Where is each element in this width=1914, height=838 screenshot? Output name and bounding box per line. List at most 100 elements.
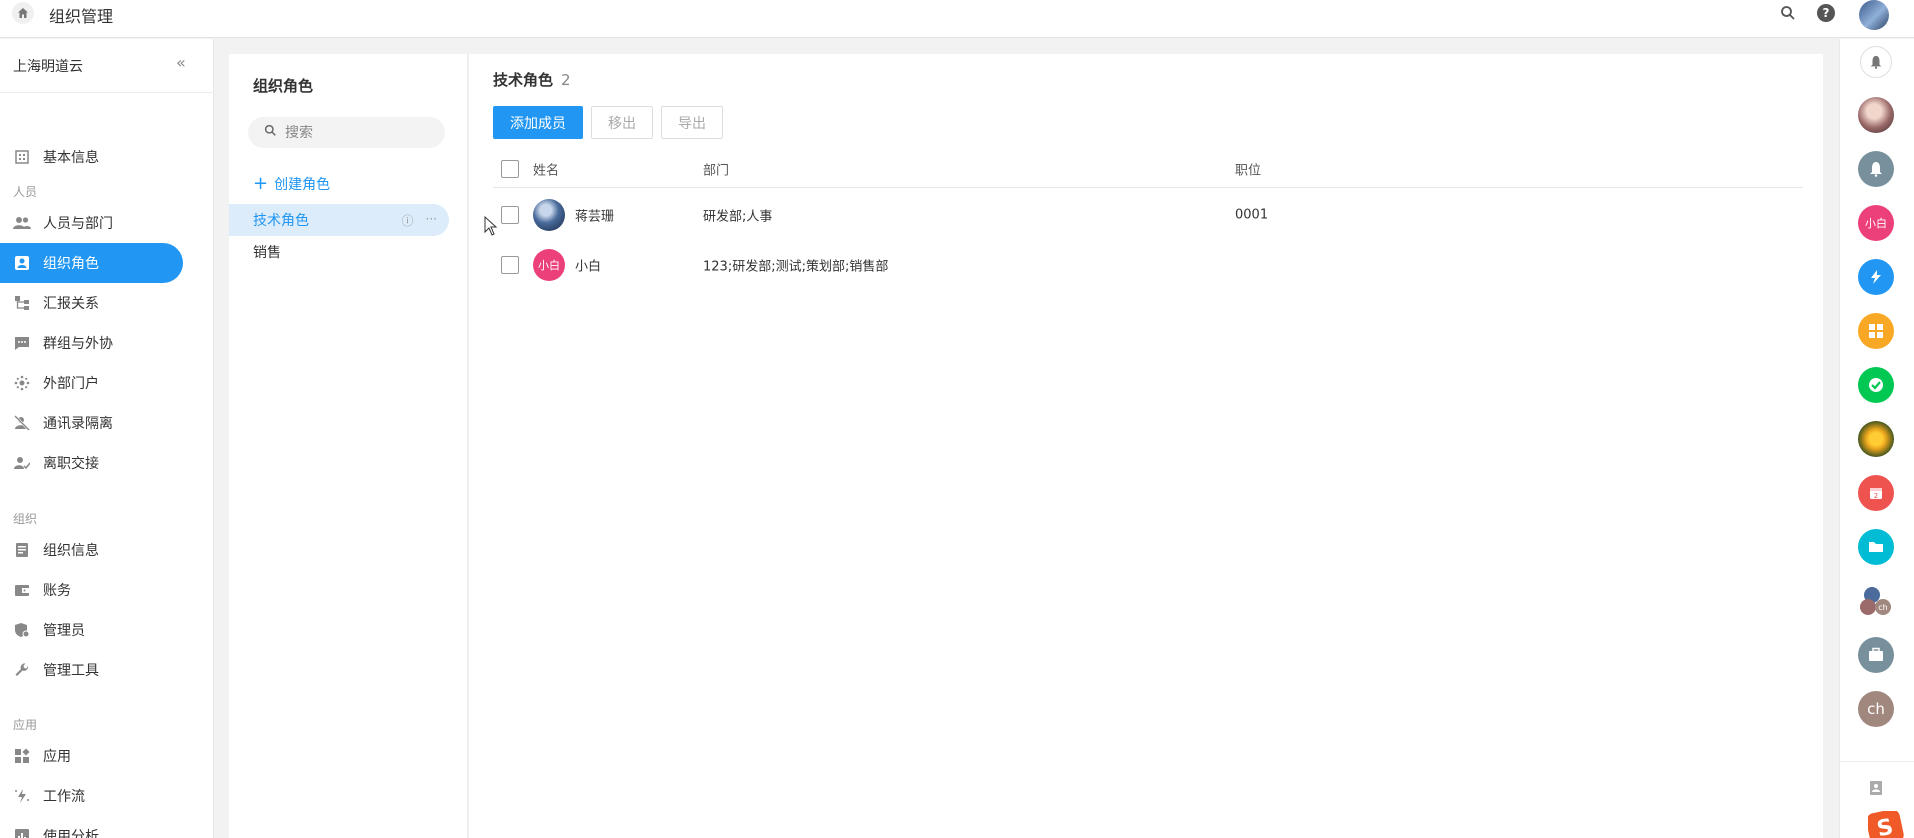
- roles-panel: 组织角色 + 创建角色 技术角色 ⓘ ··· 销售: [229, 54, 468, 838]
- section-label-people: 人员: [13, 185, 38, 199]
- briefcase-icon[interactable]: [1858, 637, 1894, 673]
- role-item-label: 技术角色: [253, 213, 309, 229]
- sidebar-item-label: 人员与部门: [43, 216, 113, 232]
- notification-bell-icon[interactable]: [1860, 46, 1892, 78]
- collapse-sidebar-icon[interactable]: «: [176, 55, 192, 71]
- sidebar-item-groups[interactable]: 群组与外协: [0, 323, 183, 363]
- sidebar-item-admins[interactable]: 管理员: [0, 610, 183, 650]
- portal-icon: [13, 374, 31, 392]
- role-item-tech[interactable]: 技术角色 ⓘ ···: [229, 204, 449, 236]
- sidebar-item-label: 使用分析: [43, 829, 99, 838]
- create-role-button[interactable]: + 创建角色: [253, 174, 330, 194]
- sidebar-item-people-departments[interactable]: 人员与部门: [0, 203, 183, 243]
- chat-group-icon: [13, 334, 31, 352]
- workflow-icon: [13, 787, 31, 805]
- page-title: 组织管理: [49, 7, 114, 26]
- member-department: 123;研发部;测试;策划部;销售部: [703, 259, 889, 275]
- sidebar-item-analytics[interactable]: 使用分析: [0, 816, 183, 838]
- sidebar-item-label: 管理工具: [43, 663, 99, 679]
- column-header-department: 部门: [703, 163, 730, 178]
- sidebar: 上海明道云 « 基本信息 人员 人员与部门 组织角色 汇报关系 群组与外协 外部…: [0, 39, 214, 838]
- sidebar-item-label: 基本信息: [43, 150, 99, 166]
- apps-icon: [13, 747, 31, 765]
- divider: [1840, 761, 1914, 762]
- add-member-button[interactable]: 添加成员: [493, 106, 583, 139]
- table-header: 姓名 部门 职位: [493, 150, 1803, 188]
- sidebar-item-label: 离职交接: [43, 456, 99, 472]
- member-department: 研发部;人事: [703, 209, 773, 225]
- sidebar-item-label: 工作流: [43, 789, 85, 805]
- contact-isolate-icon: [13, 414, 31, 432]
- sidebar-item-admin-tools[interactable]: 管理工具: [0, 650, 183, 690]
- role-search-box[interactable]: [248, 117, 445, 148]
- export-button[interactable]: 导出: [661, 106, 723, 139]
- role-heading: 技术角色 2: [493, 69, 571, 90]
- help-icon[interactable]: ?: [1817, 4, 1835, 22]
- task-check-icon[interactable]: [1858, 367, 1894, 403]
- contact-avatar-photo[interactable]: [1858, 97, 1894, 133]
- folder-icon[interactable]: [1858, 529, 1894, 565]
- member-name[interactable]: 蒋芸珊: [575, 206, 614, 225]
- svg-text:ch: ch: [1878, 603, 1887, 612]
- sidebar-item-label: 外部门户: [43, 376, 99, 392]
- contact-ch[interactable]: ch: [1858, 691, 1894, 727]
- home-icon[interactable]: [12, 2, 34, 24]
- sidebar-item-contact-isolation[interactable]: 通讯录隔离: [0, 403, 183, 443]
- remove-button[interactable]: 移出: [591, 106, 653, 139]
- sidebar-item-workflow[interactable]: 工作流: [0, 776, 183, 816]
- admin-shield-icon: [13, 621, 31, 639]
- contact-xiaobai[interactable]: 小白: [1858, 205, 1894, 241]
- notification-icon[interactable]: [1858, 151, 1894, 187]
- sidebar-item-label: 通讯录隔离: [43, 416, 113, 432]
- avatar[interactable]: [533, 199, 565, 231]
- sidebar-item-label: 管理员: [43, 623, 85, 639]
- roles-panel-title: 组织角色: [253, 77, 314, 95]
- wrench-icon: [13, 661, 31, 679]
- sidebar-item-label: 账务: [43, 583, 71, 599]
- divider: [0, 92, 213, 93]
- sidebar-item-external-portal[interactable]: 外部门户: [0, 363, 183, 403]
- lightning-app-icon[interactable]: [1858, 259, 1894, 295]
- sidebar-item-label: 组织角色: [43, 256, 99, 272]
- member-position: 0001: [1235, 207, 1269, 223]
- avatar[interactable]: 小白: [533, 249, 565, 281]
- sogou-input-icon[interactable]: S: [1868, 811, 1904, 838]
- member-count: 2: [561, 71, 571, 89]
- info-icon[interactable]: ⓘ: [402, 212, 414, 229]
- sidebar-item-handover[interactable]: 离职交接: [0, 443, 183, 483]
- role-search-input[interactable]: [285, 124, 435, 141]
- contacts-book-icon[interactable]: [1858, 770, 1894, 806]
- more-icon[interactable]: ···: [426, 212, 437, 229]
- column-header-name: 姓名: [533, 163, 560, 178]
- user-avatar[interactable]: [1859, 0, 1889, 30]
- table-row[interactable]: 小白 小白 123;研发部;测试;策划部;销售部: [493, 240, 1803, 290]
- member-name[interactable]: 小白: [575, 256, 601, 275]
- row-checkbox[interactable]: [501, 206, 519, 224]
- building-icon: [13, 148, 31, 166]
- grid-app-icon[interactable]: [1858, 313, 1894, 349]
- sidebar-item-label: 组织信息: [43, 543, 99, 559]
- section-label-apps: 应用: [13, 718, 38, 732]
- sidebar-item-org-roles[interactable]: 组织角色: [0, 243, 183, 283]
- column-header-position: 职位: [1235, 163, 1262, 178]
- select-all-checkbox[interactable]: [501, 159, 519, 178]
- role-item-label: 销售: [253, 245, 281, 261]
- calendar-icon[interactable]: 2: [1858, 475, 1894, 511]
- flower-avatar[interactable]: [1858, 421, 1894, 457]
- table-row[interactable]: 蒋芸珊 研发部;人事 0001: [493, 190, 1803, 240]
- sidebar-item-org-info[interactable]: 组织信息: [0, 530, 183, 570]
- search-icon[interactable]: [1779, 4, 1797, 22]
- row-checkbox[interactable]: [501, 256, 519, 274]
- sidebar-item-apps[interactable]: 应用: [0, 736, 183, 776]
- sidebar-item-reporting[interactable]: 汇报关系: [0, 283, 183, 323]
- role-card-icon: [13, 254, 31, 272]
- plus-icon: +: [253, 173, 269, 194]
- sidebar-item-billing[interactable]: 账务: [0, 570, 183, 610]
- sidebar-item-basic-info[interactable]: 基本信息: [0, 137, 183, 177]
- section-label-org: 组织: [13, 512, 38, 526]
- mouse-cursor-icon: [484, 216, 498, 236]
- sidebar-item-label: 汇报关系: [43, 296, 99, 312]
- people-icon: [13, 214, 31, 232]
- group-avatar[interactable]: ch: [1858, 583, 1894, 619]
- role-item-sales[interactable]: 销售: [229, 236, 449, 268]
